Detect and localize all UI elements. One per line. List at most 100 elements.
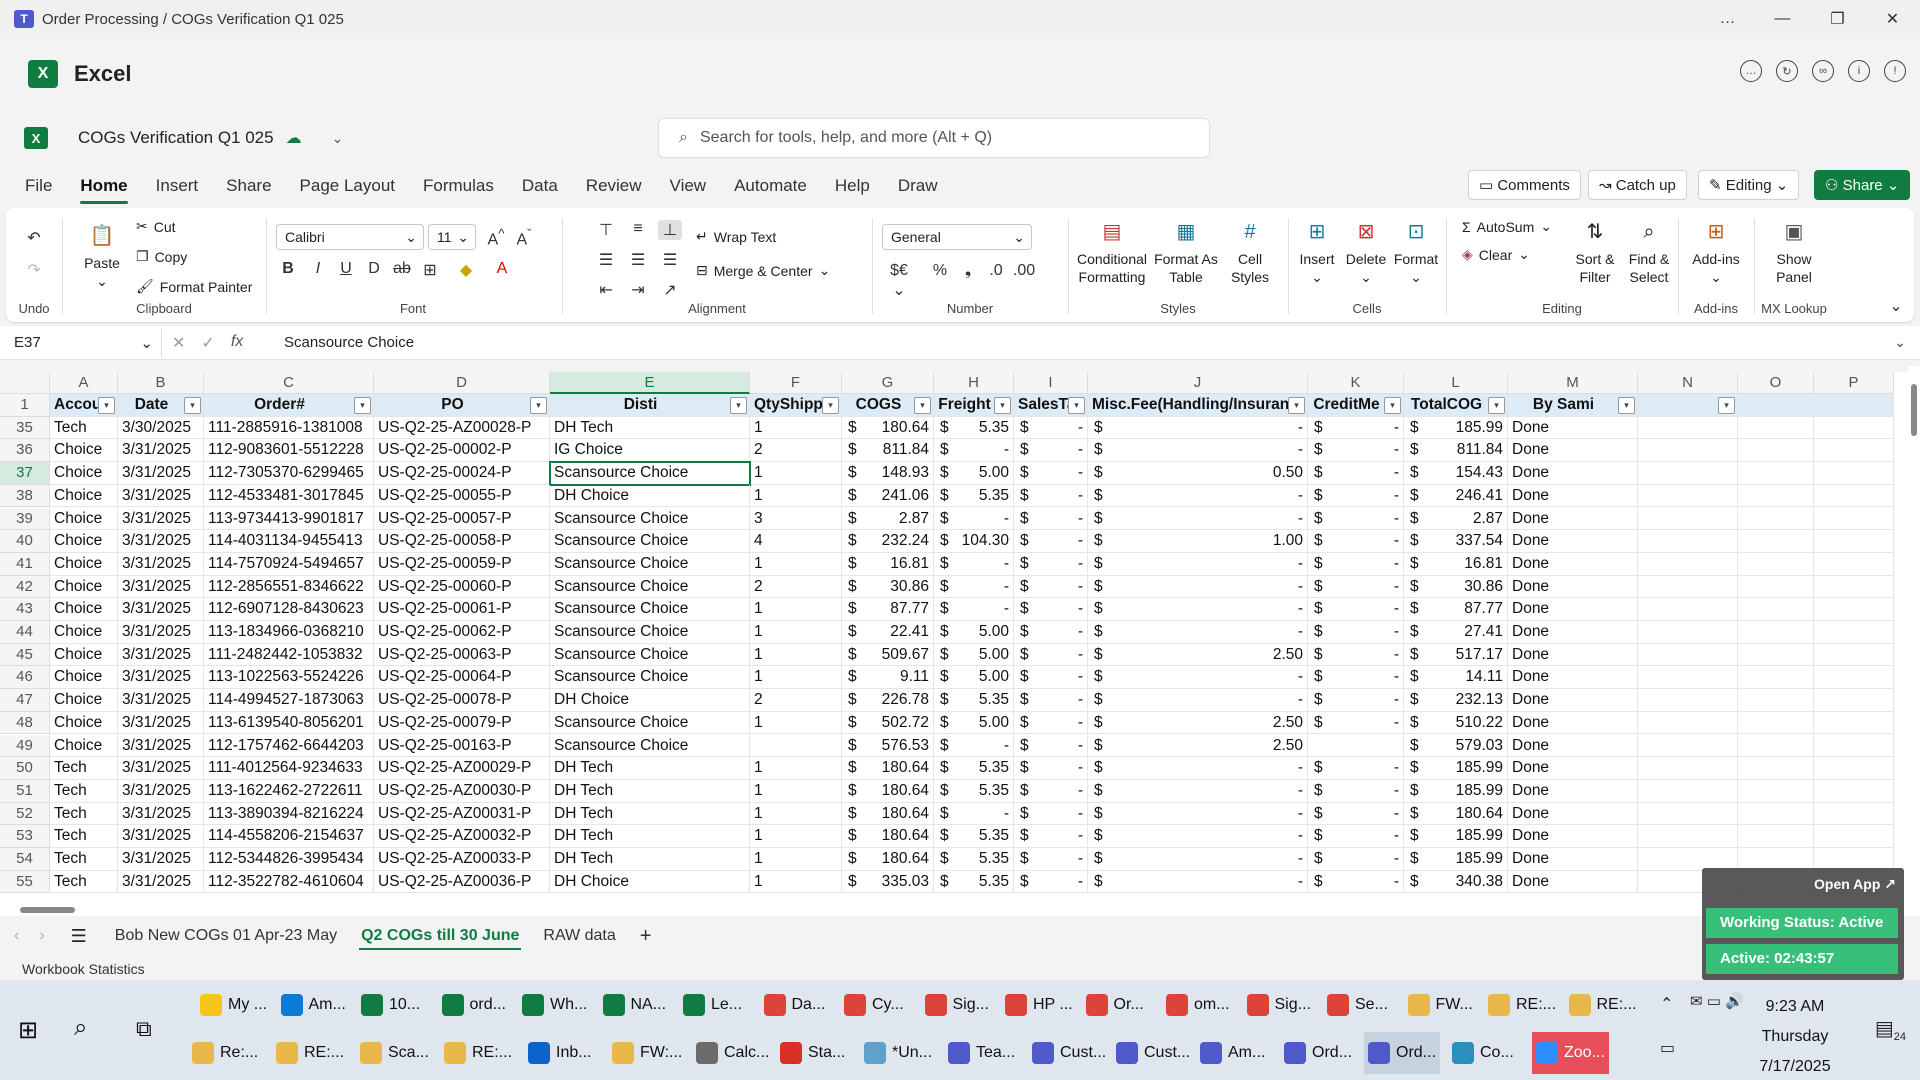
filter-dropdown-icon[interactable]: ▾ bbox=[994, 397, 1011, 414]
row-header[interactable]: 51 bbox=[0, 779, 50, 803]
shield-icon[interactable]: ! bbox=[1884, 60, 1906, 82]
increase-decimal-icon[interactable]: .0 bbox=[984, 262, 1008, 280]
table-cell[interactable]: US-Q2-25-AZ00028-P bbox=[374, 416, 550, 440]
table-cell[interactable] bbox=[1814, 598, 1894, 621]
merge-center-button[interactable]: ⊟ Merge & Center ⌄ bbox=[696, 262, 830, 279]
table-cell[interactable]: 112-5344826-3995434 bbox=[204, 848, 374, 871]
table-cell[interactable]: $246.41 bbox=[1404, 484, 1508, 508]
table-cell[interactable]: $185.99 bbox=[1404, 757, 1508, 780]
table-cell[interactable]: $104.30 bbox=[934, 530, 1014, 553]
table-cell[interactable]: Tech bbox=[50, 779, 118, 803]
sort-filter-button[interactable]: ⇅ Sort & Filter bbox=[1568, 218, 1622, 286]
find-select-button[interactable]: ⌕ Find & Select bbox=[1622, 218, 1676, 286]
horizontal-scrollbar[interactable] bbox=[0, 904, 1920, 916]
paste-button[interactable]: 📋 Paste ⌄ bbox=[74, 222, 130, 290]
table-cell[interactable]: $87.77 bbox=[1404, 598, 1508, 621]
table-cell[interactable]: Done bbox=[1508, 711, 1638, 735]
table-cell[interactable]: $811.84 bbox=[842, 439, 934, 463]
table-cell[interactable]: Done bbox=[1508, 507, 1638, 531]
table-cell[interactable]: US-Q2-25-00061-P bbox=[374, 598, 550, 621]
underline-icon[interactable]: U bbox=[334, 260, 358, 278]
table-cell[interactable]: 3/31/2025 bbox=[118, 462, 204, 485]
search-input[interactable] bbox=[699, 129, 1160, 147]
taskbar-item[interactable]: Sig... bbox=[1243, 984, 1315, 1026]
table-cell[interactable]: $ - bbox=[1308, 507, 1404, 531]
table-cell[interactable]: DH Tech bbox=[550, 825, 750, 848]
chat-icon[interactable]: … bbox=[1740, 60, 1762, 82]
table-cell[interactable] bbox=[1738, 507, 1814, 531]
table-cell[interactable]: Scansource Choice bbox=[550, 711, 750, 735]
table-cell[interactable]: Done bbox=[1508, 598, 1638, 621]
table-cell[interactable]: 3/31/2025 bbox=[118, 484, 204, 508]
table-cell[interactable]: 3/31/2025 bbox=[118, 575, 204, 599]
table-cell[interactable]: Done bbox=[1508, 757, 1638, 780]
table-cell[interactable] bbox=[1638, 416, 1738, 440]
table-cell[interactable] bbox=[1638, 689, 1738, 712]
filter-dropdown-icon[interactable]: ▾ bbox=[184, 397, 201, 414]
table-cell[interactable]: Choice bbox=[50, 439, 118, 463]
table-cell[interactable]: $27.41 bbox=[1404, 621, 1508, 644]
maximize-button[interactable]: ❐ bbox=[1810, 0, 1865, 38]
table-cell[interactable]: 112-7305370-6299465 bbox=[204, 462, 374, 485]
table-cell[interactable]: $ - bbox=[934, 575, 1014, 599]
table-cell[interactable]: 3/31/2025 bbox=[118, 621, 204, 644]
column-header-n[interactable]: N bbox=[1638, 372, 1738, 394]
table-cell[interactable]: Choice bbox=[50, 598, 118, 621]
column-header-i[interactable]: I bbox=[1014, 372, 1088, 394]
table-cell[interactable]: $180.64 bbox=[842, 802, 934, 826]
table-cell[interactable]: $ - bbox=[1014, 416, 1088, 440]
table-cell[interactable]: $ - bbox=[1088, 439, 1308, 463]
taskbar-item[interactable]: FW... bbox=[1404, 984, 1477, 1026]
table-cell[interactable] bbox=[1738, 666, 1814, 690]
table-cell[interactable]: DH Tech bbox=[550, 802, 750, 826]
table-cell[interactable]: $335.03 bbox=[842, 870, 934, 894]
table-cell[interactable] bbox=[1638, 575, 1738, 599]
table-cell[interactable] bbox=[1738, 711, 1814, 735]
tab-formulas[interactable]: Formulas bbox=[409, 166, 508, 206]
table-cell[interactable]: 3/31/2025 bbox=[118, 598, 204, 621]
tab-insert[interactable]: Insert bbox=[142, 166, 213, 206]
table-cell[interactable]: 113-1622462-2722611 bbox=[204, 779, 374, 803]
table-cell[interactable]: 113-1022563-5524226 bbox=[204, 666, 374, 690]
table-cell[interactable]: $154.43 bbox=[1404, 462, 1508, 485]
table-cell[interactable]: Choice bbox=[50, 711, 118, 735]
table-cell[interactable]: IG Choice bbox=[550, 439, 750, 463]
table-cell[interactable]: $ - bbox=[1308, 666, 1404, 690]
table-cell[interactable]: US-Q2-25-00060-P bbox=[374, 575, 550, 599]
table-cell[interactable]: US-Q2-25-00163-P bbox=[374, 734, 550, 758]
table-cell[interactable]: $ - bbox=[1088, 779, 1308, 803]
name-box[interactable]: E37 ⌄ bbox=[6, 328, 162, 357]
tab-review[interactable]: Review bbox=[572, 166, 656, 206]
taskbar-item[interactable]: ord... bbox=[438, 984, 510, 1026]
tab-data[interactable]: Data bbox=[508, 166, 572, 206]
taskbar-item[interactable]: Ord... bbox=[1280, 1032, 1356, 1074]
table-cell[interactable]: $340.38 bbox=[1404, 870, 1508, 894]
table-cell[interactable]: 114-4994527-1873063 bbox=[204, 689, 374, 712]
table-cell[interactable]: $241.06 bbox=[842, 484, 934, 508]
table-cell[interactable]: 3/31/2025 bbox=[118, 439, 204, 463]
clock[interactable]: 9:23 AM Thursday 7/17/2025 bbox=[1750, 992, 1840, 1080]
table-cell[interactable]: $5.00 bbox=[934, 621, 1014, 644]
table-cell[interactable]: $5.35 bbox=[934, 416, 1014, 440]
table-cell[interactable]: Done bbox=[1508, 779, 1638, 803]
table-cell[interactable] bbox=[1814, 666, 1894, 690]
table-cell[interactable]: Choice bbox=[50, 507, 118, 531]
table-cell[interactable]: 1 bbox=[750, 643, 842, 667]
row-header[interactable]: 45 bbox=[0, 643, 50, 667]
table-cell[interactable]: $ - bbox=[1308, 416, 1404, 440]
increase-indent-icon[interactable]: ⇥ bbox=[626, 280, 650, 300]
taskbar-item[interactable]: Se... bbox=[1323, 984, 1392, 1026]
table-cell[interactable]: Scansource Choice bbox=[550, 552, 750, 576]
table-cell[interactable]: US-Q2-25-00002-P bbox=[374, 439, 550, 463]
format-cells-button[interactable]: ⊡ Format ⌄ bbox=[1392, 218, 1440, 286]
font-color-icon[interactable]: A bbox=[490, 260, 514, 278]
taskbar-item[interactable]: Cust... bbox=[1112, 1032, 1194, 1074]
table-cell[interactable]: Done bbox=[1508, 416, 1638, 440]
taskbar-item[interactable]: Cust... bbox=[1028, 1032, 1110, 1074]
table-cell[interactable]: $576.53 bbox=[842, 734, 934, 758]
sheet-tab-q2-cogs[interactable]: Q2 COGs till 30 June bbox=[349, 916, 531, 956]
table-cell[interactable]: 3/31/2025 bbox=[118, 870, 204, 894]
table-cell[interactable] bbox=[1738, 598, 1814, 621]
table-cell[interactable]: $ - bbox=[1308, 848, 1404, 871]
table-cell[interactable] bbox=[1738, 552, 1814, 576]
